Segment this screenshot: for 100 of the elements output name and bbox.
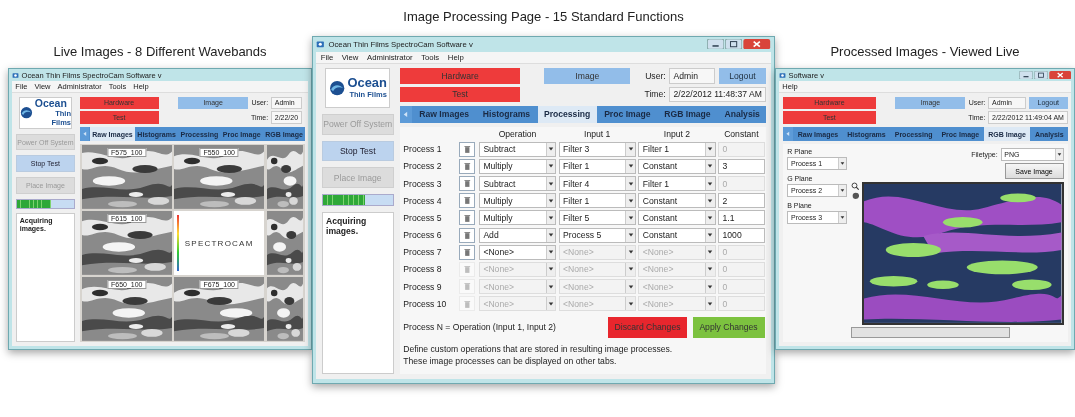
time-field[interactable]: 2/22/2012 11:48:37 AM: [669, 86, 767, 102]
description-text: Define custom operations that are stored in resulting image processes.: [403, 343, 674, 356]
caret-icon: [839, 161, 845, 166]
caret-icon: [627, 300, 634, 307]
logout-button[interactable]: Logout: [718, 68, 767, 84]
close-icon[interactable]: [1048, 70, 1072, 80]
constant-field[interactable]: 3: [718, 158, 765, 174]
caret-icon: [627, 180, 634, 187]
trash-icon[interactable]: [459, 176, 475, 192]
dropdown[interactable]: Multiply: [478, 193, 557, 209]
mode-button[interactable]: Image: [544, 68, 631, 84]
column-header: Operation: [497, 129, 538, 140]
trash-icon[interactable]: [459, 193, 475, 209]
row-label: Process 3: [403, 178, 443, 189]
dropdown[interactable]: Filter 1: [638, 141, 716, 157]
scroll-left-icon[interactable]: [81, 131, 88, 137]
row-label: Process 10: [403, 298, 448, 309]
minimize-icon[interactable]: [706, 39, 724, 50]
dropdown[interactable]: Filter 1: [558, 158, 636, 174]
row-label: Process 1: [403, 144, 443, 155]
caret-icon: [547, 214, 554, 221]
dropdown[interactable]: Multiply: [478, 158, 557, 174]
caret-icon: [627, 163, 634, 170]
caret-icon: [547, 232, 554, 239]
caret-icon: [707, 197, 714, 204]
caret-icon: [627, 283, 634, 290]
trash-icon[interactable]: [459, 210, 475, 226]
field-label: Time:: [644, 89, 666, 100]
row-label: Process 2: [403, 161, 443, 172]
dropdown[interactable]: Filter 1: [558, 193, 636, 209]
formula-text: Process N = Operation (Input 1, Input 2): [403, 322, 557, 333]
caret-icon: [547, 283, 554, 290]
caret-icon: [1056, 152, 1062, 157]
caret-icon: [839, 215, 845, 220]
minimize-icon[interactable]: [1018, 70, 1033, 80]
constant-field[interactable]: 1.1: [718, 210, 765, 226]
maximize-icon[interactable]: [724, 39, 743, 50]
trash-icon[interactable]: [459, 227, 475, 243]
dropdown[interactable]: Constant: [638, 227, 716, 243]
product-logo: SPECTROCAM: [184, 238, 254, 248]
caret-icon: [547, 266, 554, 273]
user-field[interactable]: Admin: [669, 68, 716, 84]
caret-icon: [707, 180, 714, 187]
dropdown[interactable]: <None>: [478, 244, 557, 260]
column-header: Input 2: [662, 129, 692, 140]
dropdown[interactable]: Process 5: [558, 227, 636, 243]
apply-button[interactable]: Apply Changes: [692, 316, 765, 338]
dropdown[interactable]: Add: [478, 227, 557, 243]
constant-field[interactable]: 2: [718, 193, 765, 209]
caption-text: Image Processing Page - 15 Standard Functions: [403, 9, 684, 24]
maximize-icon[interactable]: [1033, 70, 1048, 80]
caret-icon: [547, 197, 554, 204]
caret-icon: [547, 300, 554, 307]
status-text: Acquiring images.: [321, 212, 394, 375]
caption-text: Live Images - 8 Different Wavebands: [53, 44, 267, 59]
zoom-icon[interactable]: [851, 181, 860, 190]
tab[interactable]: Processing: [537, 106, 597, 123]
column-header: Constant: [723, 129, 760, 140]
scroll-left-icon[interactable]: [785, 131, 791, 137]
dropdown[interactable]: Multiply: [478, 210, 557, 226]
dropdown[interactable]: Filter 3: [558, 141, 636, 157]
caret-icon: [547, 249, 554, 256]
caret-icon: [707, 300, 714, 307]
description-text: These image processes can be displayed on other tabs.: [403, 355, 618, 368]
dropdown[interactable]: Constant: [638, 193, 716, 209]
row-label: Process 6: [403, 230, 443, 241]
dropdown[interactable]: Filter 5: [558, 210, 636, 226]
caret-icon: [627, 146, 634, 153]
caption-text: Processed Images - Viewed Live: [830, 44, 1020, 59]
column-header: Input 1: [583, 129, 612, 140]
scroll-left-icon[interactable]: [402, 111, 410, 118]
trash-icon[interactable]: [459, 158, 475, 174]
caret-icon: [707, 249, 714, 256]
row-label: Process 4: [403, 195, 443, 206]
app-icon: [778, 71, 786, 79]
row-label: Process 9: [403, 281, 443, 292]
caret-icon: [707, 283, 714, 290]
caret-icon: [707, 232, 714, 239]
trash-icon[interactable]: [459, 244, 475, 260]
caret-icon: [627, 249, 634, 256]
trash-icon[interactable]: [459, 141, 475, 157]
caret-icon: [627, 197, 634, 204]
row-label: Process 7: [403, 247, 443, 258]
dropdown[interactable]: Constant: [638, 158, 716, 174]
side-button[interactable]: Stop Test: [321, 140, 394, 162]
dropdown[interactable]: Filter 4: [558, 176, 636, 192]
caret-icon: [627, 266, 634, 273]
field-label: User:: [645, 71, 666, 82]
row-label: Process 8: [403, 264, 443, 275]
caret-icon: [707, 163, 714, 170]
app-icon: [11, 71, 19, 79]
dropdown[interactable]: Subtract: [478, 176, 557, 192]
caret-icon: [547, 180, 554, 187]
constant-field[interactable]: 1000: [718, 227, 765, 243]
app-icon: [316, 40, 326, 49]
row-label: Process 5: [403, 212, 443, 223]
dropdown[interactable]: Subtract: [478, 141, 557, 157]
dropdown[interactable]: Filter 1: [638, 176, 716, 192]
close-icon[interactable]: [743, 39, 771, 50]
dropdown[interactable]: Constant: [638, 210, 716, 226]
